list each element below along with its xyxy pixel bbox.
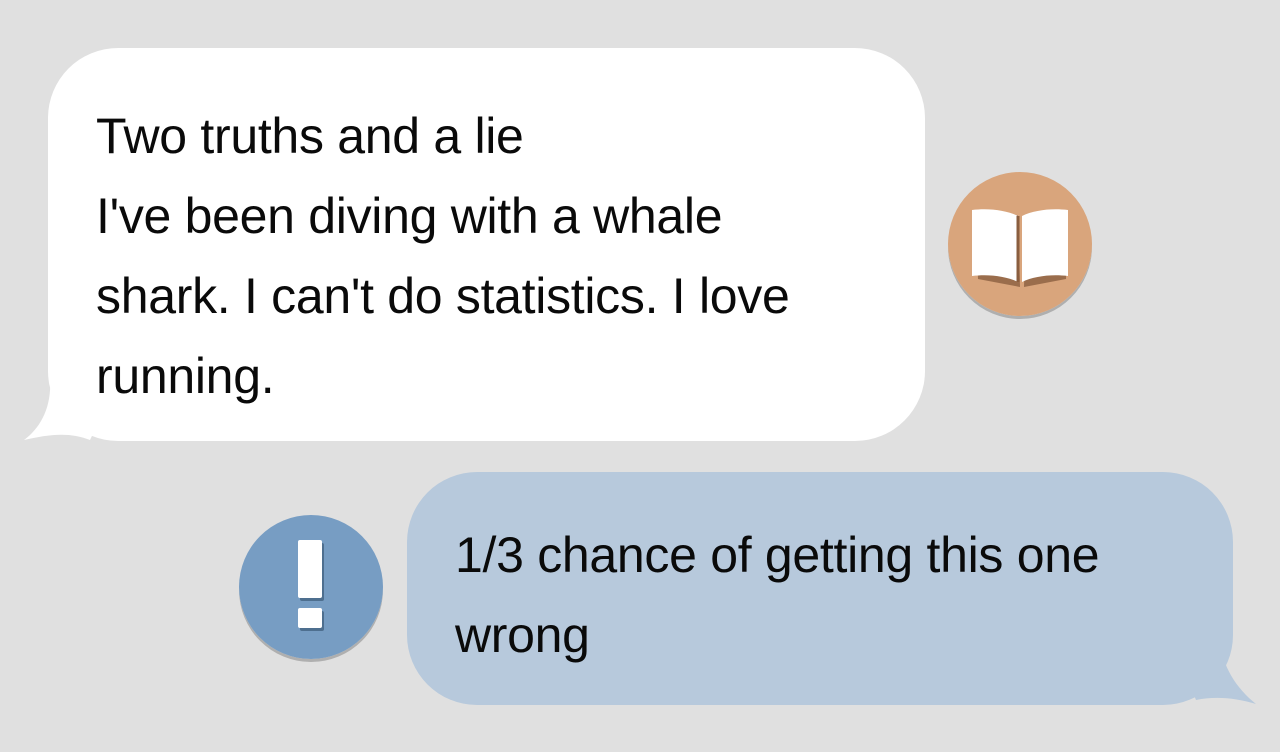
message-bubble-1[interactable]: Two truths and a lie I've been diving wi… bbox=[48, 48, 925, 441]
exclamation-icon bbox=[239, 515, 383, 659]
message-1-line-2: I've been diving with a whale bbox=[96, 188, 723, 244]
message-2-line-1: 1/3 chance of getting this one bbox=[455, 527, 1100, 583]
message-bubble-2[interactable]: 1/3 chance of getting this one wrong bbox=[407, 472, 1233, 705]
message-1-line-1: Two truths and a lie bbox=[96, 108, 524, 164]
message-1-line-3: shark. I can't do statistics. I love bbox=[96, 268, 790, 324]
message-2-line-2: wrong bbox=[455, 607, 590, 663]
avatar-alert[interactable] bbox=[239, 515, 383, 659]
open-book-icon bbox=[948, 172, 1092, 316]
message-1-line-4: running. bbox=[96, 348, 275, 404]
avatar-book[interactable] bbox=[948, 172, 1092, 316]
